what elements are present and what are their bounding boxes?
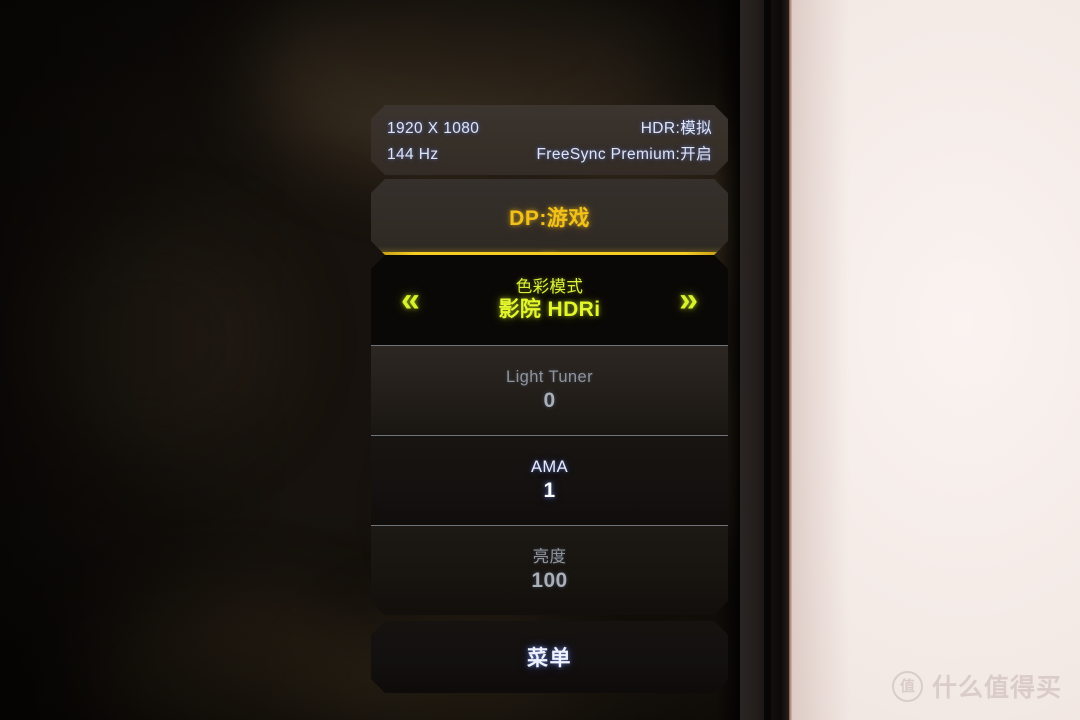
- refresh-rate-label: 144 Hz: [387, 146, 439, 163]
- osd-row-ama[interactable]: AMA 1: [371, 435, 728, 525]
- osd-info-row-top: 1920 X 1080 HDR:模拟: [387, 116, 712, 142]
- osd-row-brightness-value: 100: [531, 568, 568, 592]
- osd-row-light-tuner[interactable]: Light Tuner 0: [371, 345, 728, 435]
- osd-row-color-mode-content: 色彩模式 影院 HDRi: [499, 278, 601, 323]
- osd-row-ama-value: 1: [543, 478, 556, 502]
- osd-row-brightness-label: 亮度: [532, 548, 567, 567]
- osd-row-brightness[interactable]: 亮度 100: [371, 525, 728, 615]
- osd-overlay: 1920 X 1080 HDR:模拟 144 Hz FreeSync Premi…: [371, 105, 728, 693]
- scene-left-shadow: [0, 0, 300, 720]
- osd-signal-info-panel: 1920 X 1080 HDR:模拟 144 Hz FreeSync Premi…: [371, 105, 728, 175]
- freesync-status-label: FreeSync Premium:开启: [536, 146, 712, 163]
- scene-glow: [20, 230, 280, 450]
- input-mode-title: DP:游戏: [509, 207, 590, 230]
- osd-row-ama-label: AMA: [531, 458, 568, 477]
- osd-row-light-tuner-content: Light Tuner 0: [506, 368, 593, 413]
- osd-row-ama-content: AMA 1: [531, 458, 568, 503]
- chevron-right-icon[interactable]: »: [679, 283, 698, 317]
- osd-quick-menu-list: « 色彩模式 影院 HDRi » Light Tuner 0 AMA 1 亮度 …: [371, 255, 728, 615]
- osd-row-light-tuner-label: Light Tuner: [506, 368, 593, 387]
- screenshot-root: 1920 X 1080 HDR:模拟 144 Hz FreeSync Premi…: [0, 0, 1080, 720]
- room-wall: [790, 0, 1080, 720]
- osd-menu-button-label: 菜单: [527, 647, 572, 670]
- osd-row-color-mode-value: 影院 HDRi: [498, 298, 601, 322]
- chevron-left-icon[interactable]: «: [401, 283, 420, 317]
- osd-row-color-mode-label: 色彩模式: [515, 277, 584, 296]
- osd-row-brightness-content: 亮度 100: [531, 548, 567, 593]
- osd-menu-button[interactable]: 菜单: [371, 621, 728, 693]
- osd-row-color-mode[interactable]: « 色彩模式 影院 HDRi »: [371, 255, 728, 345]
- scene-glow: [80, 600, 380, 720]
- osd-info-row-bottom: 144 Hz FreeSync Premium:开启: [387, 142, 712, 168]
- hdr-status-label: HDR:模拟: [640, 120, 712, 137]
- bezel-edge-highlight: [789, 0, 792, 720]
- resolution-label: 1920 X 1080: [387, 120, 480, 137]
- bezel-seam: [764, 0, 771, 720]
- osd-input-mode-panel: DP:游戏: [371, 179, 728, 255]
- osd-row-light-tuner-value: 0: [543, 388, 556, 412]
